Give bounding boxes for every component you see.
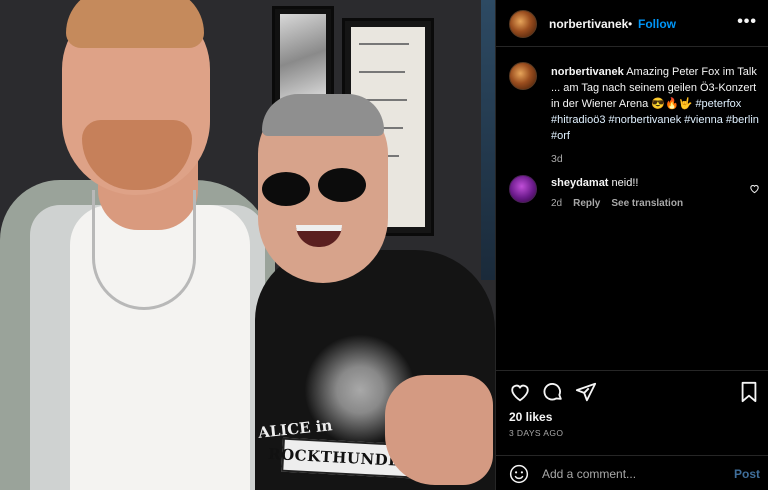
comment: sheydamat neid!! bbox=[551, 177, 638, 189]
more-icon[interactable]: ••• bbox=[737, 13, 757, 31]
comment-text: neid!! bbox=[611, 177, 639, 189]
comment-age: 2d bbox=[551, 198, 563, 209]
post-comment-button[interactable]: Post bbox=[734, 467, 760, 481]
comment-username[interactable]: sheydamat bbox=[551, 177, 608, 189]
author-username[interactable]: norbertivanek bbox=[549, 17, 628, 31]
caption-author-avatar[interactable] bbox=[509, 62, 537, 90]
likes-count[interactable]: 20 likes bbox=[509, 410, 552, 424]
caption-username[interactable]: norbertivanek bbox=[551, 66, 624, 78]
bookmark-icon[interactable] bbox=[739, 381, 759, 408]
commenter-avatar[interactable] bbox=[509, 175, 537, 203]
posted-ago[interactable]: 3 DAYS AGO bbox=[509, 428, 563, 438]
post-side-panel: norbertivanek • Follow ••• norbertivanek… bbox=[495, 0, 768, 490]
post-caption: norbertivanek Amazing Peter Fox im Talk … bbox=[551, 64, 761, 167]
post-photo[interactable]: ALICE in ROCKTHUNDERLAND bbox=[0, 0, 495, 490]
caption-age: 3d bbox=[551, 153, 563, 165]
left-person-chain bbox=[92, 190, 196, 310]
comment-like-heart-icon[interactable] bbox=[749, 181, 760, 199]
comment-icon[interactable] bbox=[542, 381, 564, 408]
follow-button[interactable]: Follow bbox=[638, 17, 676, 31]
emoji-icon[interactable] bbox=[509, 464, 529, 489]
heart-icon[interactable] bbox=[509, 381, 531, 408]
right-person-hand bbox=[385, 375, 493, 485]
sunglasses-left-lens bbox=[262, 172, 310, 206]
sunglasses-right-lens bbox=[318, 168, 366, 202]
actions-divider bbox=[496, 370, 768, 371]
comment-meta: 2d Reply See translation bbox=[551, 198, 683, 209]
share-icon[interactable] bbox=[575, 381, 597, 408]
author-avatar[interactable] bbox=[509, 10, 537, 38]
comment-input[interactable]: Add a comment... bbox=[542, 467, 636, 481]
see-translation-button[interactable]: See translation bbox=[611, 198, 683, 209]
left-person-hair bbox=[66, 0, 204, 48]
add-comment-bar: Add a comment... Post bbox=[496, 455, 768, 490]
photo-background-edge bbox=[481, 0, 495, 280]
separator-dot: • bbox=[628, 17, 633, 31]
comment-reply-button[interactable]: Reply bbox=[573, 198, 600, 209]
right-person-hair bbox=[262, 94, 384, 136]
post-header: norbertivanek • Follow ••• bbox=[496, 0, 768, 47]
